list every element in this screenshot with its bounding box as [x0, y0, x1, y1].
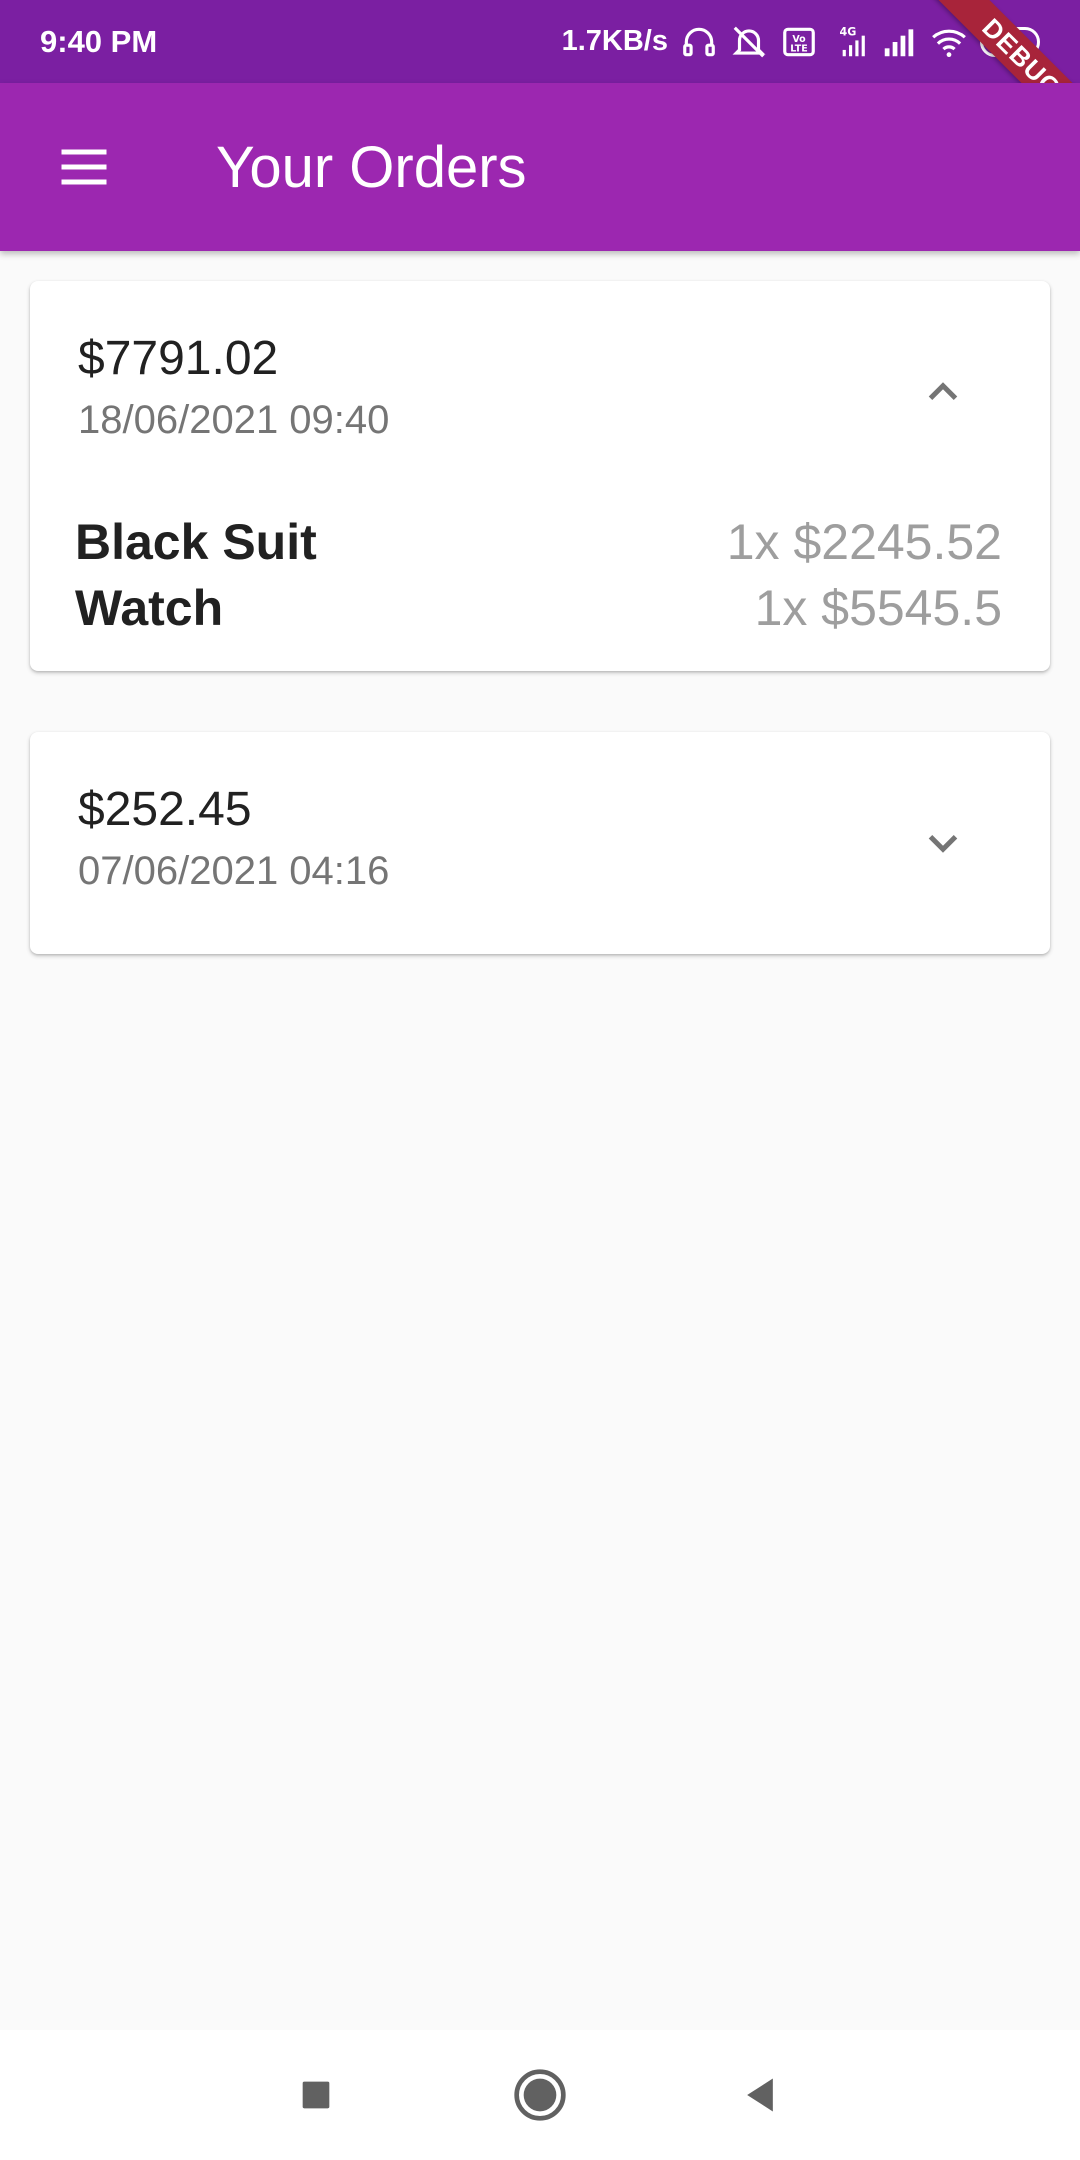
volte-icon: Vo LTE — [780, 23, 818, 61]
item-name: Black Suit — [75, 514, 317, 570]
order-total: $252.45 — [78, 783, 252, 836]
status-time: 9:40 PM — [40, 23, 158, 59]
app-bar: Your Orders — [0, 83, 1080, 251]
menu-button[interactable] — [40, 123, 128, 211]
navigation-bar — [0, 2030, 1080, 2160]
order-items: Black Suit 1x $2245.52 Watch 1x $5545.5 — [75, 509, 1002, 641]
order-card: $252.45 07/06/2021 04:16 — [30, 732, 1050, 954]
battery-icon: 54 — [980, 26, 1040, 57]
order-date: 18/06/2021 09:40 — [78, 398, 390, 442]
order-card: $7791.02 18/06/2021 09:40 Black Suit 1x … — [30, 281, 1050, 671]
home-button[interactable] — [500, 2055, 580, 2135]
status-icons: 1.7KB/s Vo LTE 4G 54 — [562, 0, 1040, 83]
item-qty-price: 1x $2245.52 — [726, 514, 1002, 570]
signal-4g-icon: 4G — [830, 23, 868, 61]
recents-icon — [302, 2081, 330, 2109]
status-bar: 9:40 PM 1.7KB/s Vo LTE 4G 54 — [0, 0, 1080, 83]
hamburger-menu-icon — [61, 149, 107, 185]
home-icon — [514, 2069, 566, 2121]
network-speed: 1.7KB/s — [561, 25, 668, 57]
order-date: 07/06/2021 04:16 — [78, 849, 390, 893]
chevron-up-icon — [928, 382, 958, 401]
wifi-icon — [930, 23, 968, 61]
collapse-button[interactable] — [908, 357, 978, 427]
svg-text:LTE: LTE — [790, 43, 807, 54]
order-item-row: Black Suit 1x $2245.52 — [75, 509, 1002, 575]
item-qty-price: 1x $5545.5 — [754, 580, 1002, 636]
expand-button[interactable] — [908, 808, 978, 878]
recents-button[interactable] — [276, 2055, 356, 2135]
order-total: $7791.02 — [78, 332, 279, 385]
item-name: Watch — [75, 580, 224, 636]
svg-text:4G: 4G — [840, 25, 857, 38]
back-button[interactable] — [720, 2055, 800, 2135]
chevron-down-icon — [928, 834, 958, 853]
signal-icon — [880, 23, 918, 61]
page-title: Your Orders — [216, 134, 527, 200]
headphones-icon — [680, 23, 718, 61]
muted-bell-icon — [730, 23, 768, 61]
order-item-row: Watch 1x $5545.5 — [75, 575, 1002, 641]
back-icon — [747, 2078, 773, 2112]
